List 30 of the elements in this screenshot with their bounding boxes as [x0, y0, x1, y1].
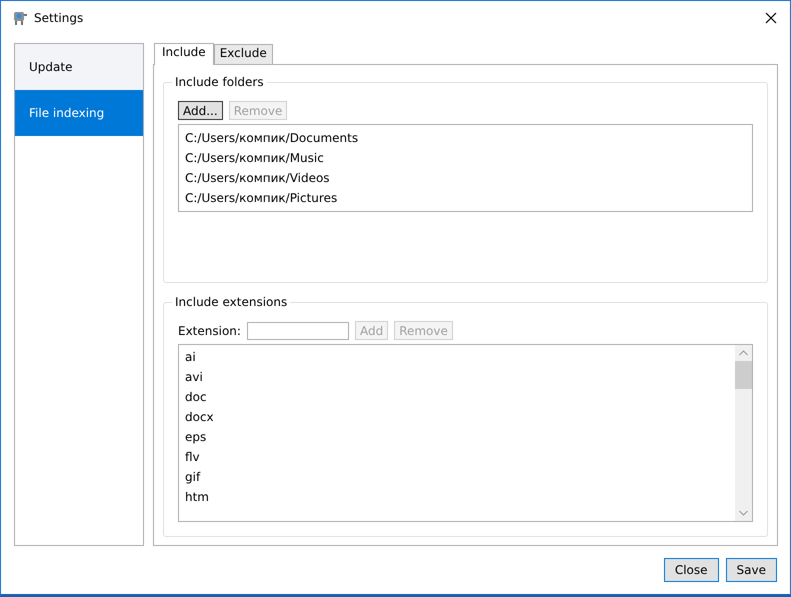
group-title: Include extensions	[174, 295, 288, 309]
list-item[interactable]: htm	[185, 487, 735, 507]
list-item[interactable]: C:/Users/компик/Pictures	[185, 188, 746, 208]
group-title: Include folders	[174, 75, 265, 89]
app-icon	[12, 9, 28, 27]
tab[interactable]: Exclude	[214, 44, 273, 64]
list-item[interactable]: ai	[185, 347, 735, 367]
list-item[interactable]: avi	[185, 367, 735, 387]
tab[interactable]: Include	[154, 43, 214, 65]
list-item[interactable]: eps	[185, 427, 735, 447]
list-item[interactable]: C:/Users/компик/Documents	[185, 128, 746, 148]
scroll-thumb[interactable]	[735, 361, 752, 389]
sidebar-item[interactable]: File indexing	[15, 90, 143, 136]
save-button[interactable]: Save	[726, 558, 777, 582]
list-item[interactable]: flv	[185, 447, 735, 467]
scroll-down-icon[interactable]	[739, 510, 748, 516]
close-button[interactable]: Close	[664, 558, 719, 582]
extension-field[interactable]	[246, 322, 349, 340]
scrollbar[interactable]	[735, 345, 752, 521]
list-item[interactable]: C:/Users/компик/Videos	[185, 168, 746, 188]
sidebar-item[interactable]: Update	[15, 44, 143, 90]
list-item[interactable]: C:/Users/компик/Music	[185, 148, 746, 168]
add-button[interactable]: Add...	[178, 101, 223, 120]
close-icon[interactable]	[765, 12, 777, 24]
list-item[interactable]: gif	[185, 467, 735, 487]
list-item[interactable]: doc	[185, 387, 735, 407]
list-item[interactable]: docx	[185, 407, 735, 427]
window-title: Settings	[34, 11, 84, 25]
scroll-up-icon[interactable]	[739, 350, 748, 356]
field-label: Extension:	[178, 324, 241, 338]
